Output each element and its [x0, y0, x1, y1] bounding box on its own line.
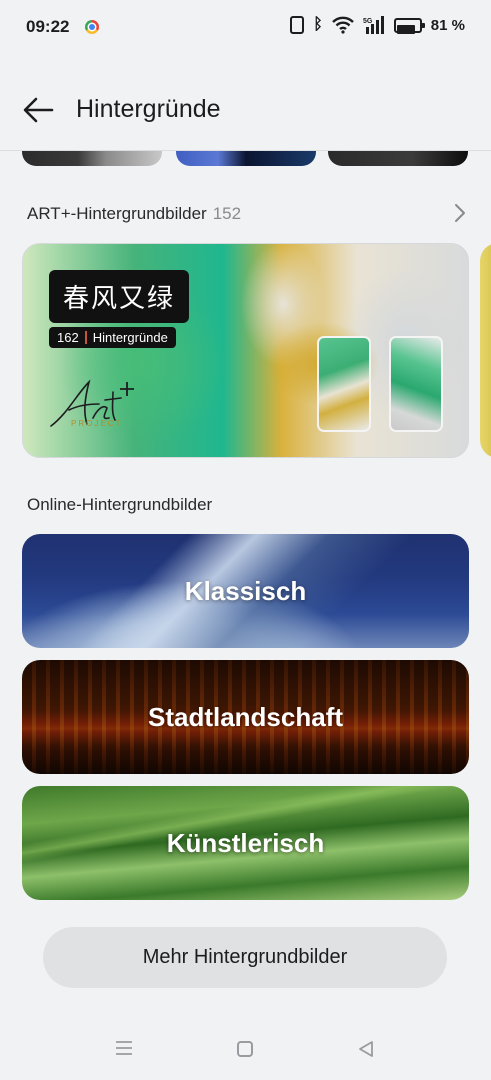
wifi-icon [331, 16, 354, 34]
separator [84, 331, 87, 344]
category-label: Klassisch [184, 575, 307, 606]
category-label: Künstlerisch [166, 827, 325, 858]
triangle-back-icon[interactable] [357, 1040, 375, 1058]
wallpaper-thumbnail[interactable] [328, 151, 468, 166]
art-card-title: 春风又绿 [49, 270, 190, 323]
phone-preview-homescreen [389, 336, 443, 432]
art-logo-word: PROJECT [71, 419, 123, 428]
network-type-label: 5G [363, 18, 373, 25]
category-card-artistic[interactable]: Künstlerisch [22, 786, 469, 900]
status-bar: 09:22 ᛒ 5G 81 % [0, 0, 491, 54]
wallpaper-thumbnail[interactable] [22, 151, 162, 166]
bluetooth-icon: ᛒ [313, 16, 323, 33]
art-collection-card[interactable]: 春风又绿 162 Hintergründe PROJECT [22, 243, 469, 458]
online-section-heading: Online-Hintergrundbilder [27, 495, 213, 514]
arrow-left-icon[interactable] [20, 92, 56, 128]
art-card-count-label: Hintergründe [92, 330, 168, 345]
wallpaper-thumbnail-row [0, 151, 491, 167]
battery-fill [396, 24, 415, 34]
status-time: 09:22 [26, 17, 70, 36]
category-card-classic[interactable]: Klassisch [22, 534, 469, 648]
art-section-count: 152 [212, 204, 242, 223]
vibrate-icon [290, 16, 305, 34]
home-square-icon[interactable] [237, 1041, 253, 1057]
system-navigation-bar [0, 1030, 491, 1070]
art-card-count: 162 [57, 330, 79, 345]
more-wallpapers-button[interactable]: Mehr Hintergrundbilder [43, 927, 447, 988]
category-label: Stadtlandschaft [147, 701, 344, 732]
battery-percent: 81 % [430, 16, 465, 34]
cell-signal-icon: 5G [363, 16, 384, 34]
phone-preview-lockscreen [317, 336, 371, 432]
app-header: Hintergründe [0, 80, 491, 140]
menu-icon[interactable] [115, 1040, 133, 1056]
art-card-subtitle: 162 Hintergründe [49, 327, 176, 348]
status-icons: ᛒ 5G 81 % [290, 16, 465, 34]
art-section-heading[interactable]: ART+-Hintergrundbilder 152 [27, 204, 241, 224]
battery-icon [393, 17, 425, 34]
category-card-cityscape[interactable]: Stadtlandschaft [22, 660, 469, 774]
next-collection-card-peek[interactable] [480, 243, 491, 458]
wallpaper-thumbnail[interactable] [176, 151, 316, 166]
chevron-right-icon[interactable] [453, 203, 467, 223]
page-title: Hintergründe [76, 95, 221, 123]
art-section-title: ART+-Hintergrundbilder [27, 204, 207, 223]
chrome-notification-icon [85, 20, 99, 34]
